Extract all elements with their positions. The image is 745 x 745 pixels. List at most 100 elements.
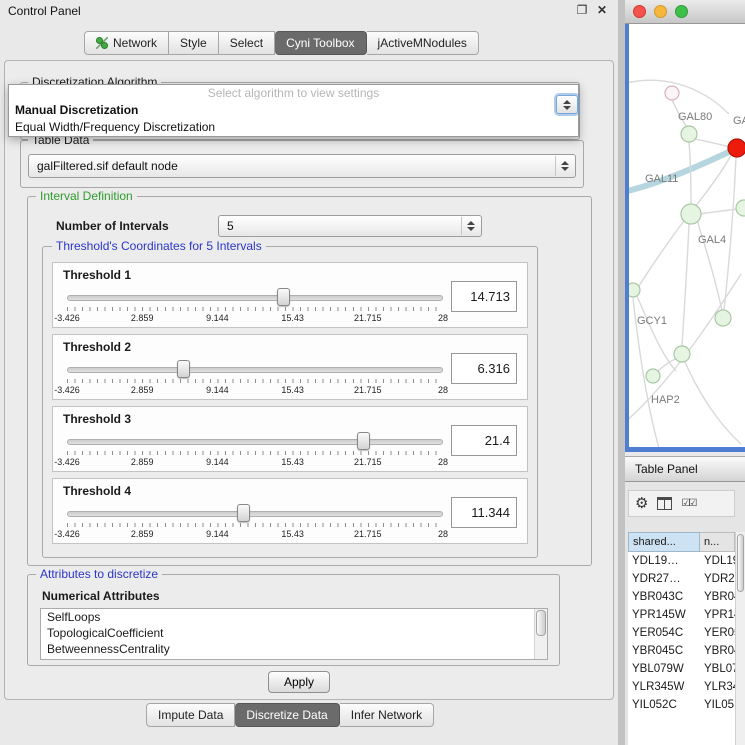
column-header-name[interactable]: n... xyxy=(700,532,735,552)
threshold-1-value[interactable]: 14.713 xyxy=(451,281,517,312)
stepper-up-icon xyxy=(563,100,571,104)
network-edge[interactable] xyxy=(695,139,729,147)
table-row[interactable]: YBR043CYBR04 xyxy=(628,588,735,606)
cell-name: YBR04 xyxy=(700,642,735,660)
network-node[interactable] xyxy=(646,369,660,383)
table-data-combo[interactable]: galFiltered.sif default node xyxy=(28,154,576,178)
table-header-row: shared... n... xyxy=(628,532,735,552)
tick-label: 21.715 xyxy=(354,457,382,467)
network-edge[interactable] xyxy=(629,148,737,192)
scrollbar-thumb[interactable] xyxy=(737,534,744,592)
tab-label: Cyni Toolbox xyxy=(286,32,354,54)
tab-label: Impute Data xyxy=(158,704,223,726)
slider-thumb[interactable] xyxy=(357,432,370,450)
slider-thumb[interactable] xyxy=(177,360,190,378)
network-node[interactable] xyxy=(674,346,690,362)
table-row[interactable]: YDR27…YDR27 xyxy=(628,570,735,588)
table-row[interactable]: YBL079WYBL07 xyxy=(628,660,735,678)
slider-track xyxy=(67,367,443,373)
select-columns-icon[interactable]: ☑☑ xyxy=(681,499,695,509)
control-panel-window: Control Panel ❐ ✕ NetworkStyleSelect Cyni… xyxy=(0,0,618,745)
columns-icon[interactable] xyxy=(657,497,672,510)
column-header-shared-name[interactable]: shared... xyxy=(628,532,700,552)
gear-icon[interactable]: ⚙ xyxy=(635,496,648,511)
threshold-1-label: Threshold 1 xyxy=(63,268,131,282)
table-row[interactable]: YER054CYER05 xyxy=(628,624,735,642)
cell-shared-name: YIL052C xyxy=(628,696,700,714)
tab-discretize-data[interactable]: Discretize Data xyxy=(235,703,339,727)
zoom-traffic-light-icon[interactable] xyxy=(675,5,688,18)
slider-tick-labels: -3.4262.8599.14415.4321.71528 xyxy=(67,457,443,468)
tab-select[interactable]: Select xyxy=(219,31,275,55)
threshold-4-value[interactable]: 11.344 xyxy=(451,497,517,528)
threshold-2-value[interactable]: 6.316 xyxy=(451,353,517,384)
network-graph: GAL80GAGAL11GAL4GCY1HAP2 xyxy=(629,24,745,447)
tab-label: Infer Network xyxy=(351,704,422,726)
tab-jactivemnodules[interactable]: jActiveMNodules xyxy=(367,31,479,55)
table-panel-header: Table Panel xyxy=(625,456,745,482)
network-edge[interactable] xyxy=(629,80,729,114)
table-row[interactable]: YPR145WYPR14 xyxy=(628,606,735,624)
cell-shared-name: YDL19… xyxy=(628,552,700,570)
minimize-traffic-light-icon[interactable] xyxy=(654,5,667,18)
attribute-item[interactable]: TopologicalCoefficient xyxy=(41,625,547,641)
tick-label: -3.426 xyxy=(54,385,80,395)
algorithm-option-equal-width[interactable]: Equal Width/Frequency Discretization xyxy=(9,119,578,136)
algorithm-option-manual[interactable]: Manual Discretization xyxy=(9,102,578,119)
node-label: GA xyxy=(733,115,745,127)
network-edge[interactable] xyxy=(682,224,689,346)
node-label: GAL11 xyxy=(645,173,678,185)
network-node[interactable] xyxy=(665,86,679,100)
threshold-2-slider[interactable] xyxy=(67,365,443,375)
network-node[interactable] xyxy=(681,126,697,142)
network-node[interactable] xyxy=(681,204,701,224)
selected-network-node[interactable] xyxy=(728,139,745,157)
tab-style[interactable]: Style xyxy=(169,31,219,55)
network-icon xyxy=(96,37,108,49)
tab-network[interactable]: Network xyxy=(84,31,169,55)
network-edge[interactable] xyxy=(637,296,676,371)
network-canvas[interactable]: GAL80GAGAL11GAL4GCY1HAP2 xyxy=(629,24,745,447)
threshold-3-slider[interactable] xyxy=(67,437,443,447)
window-title: Control Panel xyxy=(8,4,81,18)
tab-infer-network[interactable]: Infer Network xyxy=(340,703,434,727)
threshold-4-slider[interactable] xyxy=(67,509,443,519)
table-row[interactable]: YLR345WYLR34 xyxy=(628,678,735,696)
table-row[interactable]: YBR045CYBR04 xyxy=(628,642,735,660)
scrollbar-thumb[interactable] xyxy=(536,610,546,636)
network-node[interactable] xyxy=(715,310,731,326)
attribute-item[interactable]: BetweennessCentrality xyxy=(41,641,547,657)
threshold-3-value[interactable]: 21.4 xyxy=(451,425,517,456)
network-edge[interactable] xyxy=(639,221,684,286)
network-node[interactable] xyxy=(736,200,745,216)
number-of-intervals-combo[interactable]: 5 xyxy=(218,215,482,237)
tick-label: 28 xyxy=(438,529,448,539)
numerical-attributes-list[interactable]: SelfLoopsTopologicalCoefficientBetweenne… xyxy=(40,608,548,660)
slider-tickmarks xyxy=(67,307,443,311)
algorithm-placeholder-option[interactable]: Select algorithm to view settings xyxy=(9,85,578,102)
attribute-item[interactable]: SelfLoops xyxy=(41,609,547,625)
tab-cyni-toolbox[interactable]: Cyni Toolbox xyxy=(275,31,366,55)
slider-thumb[interactable] xyxy=(237,504,250,522)
cell-name: YIL05 xyxy=(700,696,735,714)
apply-button[interactable]: Apply xyxy=(268,671,330,693)
cell-shared-name: YBR043C xyxy=(628,588,700,606)
table-row[interactable]: YIL052CYIL05 xyxy=(628,696,735,714)
tab-impute-data[interactable]: Impute Data xyxy=(146,703,235,727)
algorithm-combo-stepper[interactable] xyxy=(556,95,578,114)
slider-thumb[interactable] xyxy=(277,288,290,306)
combo-arrows-icon xyxy=(555,156,574,176)
float-window-icon[interactable]: ❐ xyxy=(574,3,590,17)
network-edge[interactable] xyxy=(689,142,691,204)
attributes-group-title: Attributes to discretize xyxy=(36,567,162,581)
threshold-1-slider[interactable] xyxy=(67,293,443,303)
slider-tickmarks xyxy=(67,451,443,455)
table-row[interactable]: YDL19…YDL19 xyxy=(628,552,735,570)
network-node[interactable] xyxy=(629,283,640,297)
attributes-scrollbar[interactable] xyxy=(534,609,547,659)
table-scrollbar[interactable] xyxy=(735,532,745,745)
network-edge[interactable] xyxy=(685,362,741,444)
close-window-icon[interactable]: ✕ xyxy=(594,3,610,17)
close-traffic-light-icon[interactable] xyxy=(633,5,646,18)
tab-label: Discretize Data xyxy=(246,704,327,726)
